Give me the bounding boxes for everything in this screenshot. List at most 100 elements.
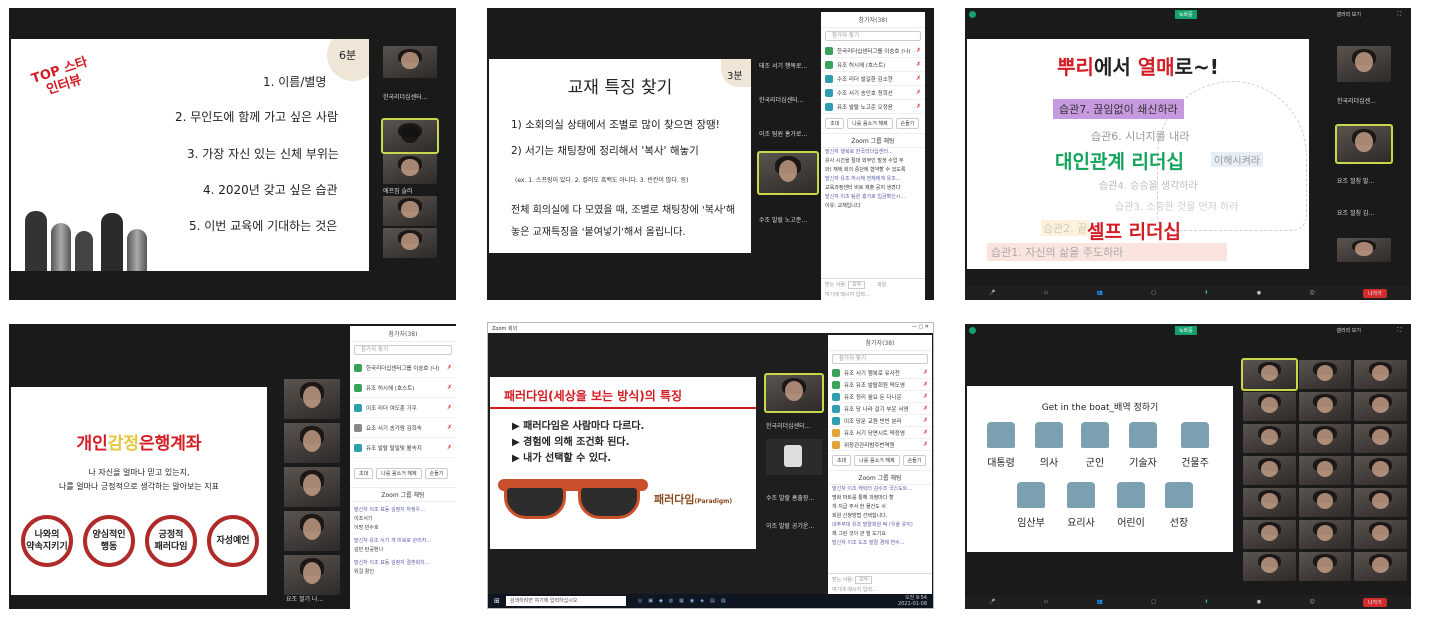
fullscreen-icon[interactable]: ⛶	[1397, 327, 1401, 333]
windows-start-icon[interactable]: ⊞	[494, 597, 500, 605]
video-tile[interactable]	[383, 196, 437, 226]
video-tile-active[interactable]	[757, 151, 819, 195]
video-tile[interactable]	[284, 379, 340, 419]
video-tile[interactable]	[1298, 488, 1352, 517]
mic-icon[interactable]: 🎤	[989, 290, 995, 296]
video-tile[interactable]	[284, 511, 340, 551]
video-tile[interactable]	[383, 154, 437, 184]
video-tile[interactable]	[1354, 392, 1407, 421]
video-tile[interactable]	[1243, 392, 1296, 421]
participant-row[interactable]: 유조 서기 행복로 유사천 ✗	[828, 367, 932, 379]
participants-icon[interactable]: 👥	[1097, 290, 1103, 296]
participant-row[interactable]: 이조 리더 여도훈 기우 ✗	[350, 398, 456, 418]
unmute-self-button[interactable]: 나를 음소거 해제	[854, 455, 900, 466]
participant-row[interactable]: 한국리더십센터그룹 이숭호 (나) ✗	[821, 44, 925, 58]
participant-row[interactable]: 이조 당문 교원 빈빈 분리 ✗	[828, 415, 932, 427]
participant-search-input[interactable]: 참가자 찾기	[825, 31, 921, 41]
title-fruit: 열매	[1137, 55, 1175, 79]
video-tile-active[interactable]	[764, 373, 824, 413]
video-tile[interactable]	[383, 46, 437, 78]
participant-row[interactable]: 유조 발랄 탈밀빛 활속지 ✗	[350, 438, 456, 458]
participant-row[interactable]: 유조 허시헤 (호스트) ✗	[821, 58, 925, 72]
video-tile[interactable]	[1243, 488, 1296, 517]
chat-input-area[interactable]: 받는 사람: 모두 여기에 메시지 입력...	[828, 573, 932, 595]
participant-row[interactable]: 유조 당 나라 걸기 부운 서영 ✗	[828, 403, 932, 415]
raise-hand-button[interactable]: 손들기	[424, 468, 449, 479]
gallery-view-button[interactable]: 갤러리 보기	[1336, 11, 1361, 18]
participant-row[interactable]: 한국리더십센터그룹 이숭호 (나) ✗	[350, 358, 456, 378]
reactions-icon[interactable]: ☺	[1309, 599, 1314, 605]
video-tile[interactable]	[1354, 360, 1407, 389]
raise-hand-button[interactable]: 손들기	[902, 455, 927, 466]
video-label: 수조 발랄 홈출장...	[766, 495, 815, 502]
taskbar-apps[interactable]: ◎▣◆◍▦◉◈▤▨	[638, 598, 732, 604]
video-tile-active[interactable]	[1335, 124, 1393, 164]
participant-row[interactable]: 유조 허시헤 (호스트) ✗	[350, 378, 456, 398]
video-tile-active[interactable]	[381, 118, 439, 154]
video-tile[interactable]	[1354, 552, 1407, 581]
recipient-select[interactable]: 모두	[855, 576, 873, 584]
video-icon[interactable]: ▭	[1044, 290, 1049, 296]
fullscreen-icon[interactable]: ⛶	[1397, 11, 1401, 17]
minutes-badge: 6분	[327, 39, 369, 81]
participant-search-input[interactable]: 참가자 찾기	[354, 345, 452, 355]
video-tile[interactable]	[1298, 424, 1352, 453]
gallery-view-button[interactable]: 갤러리 보기	[1336, 327, 1361, 334]
unmute-self-button[interactable]: 나를 음소거 해제	[376, 468, 422, 479]
participants-icon[interactable]: 👥	[1097, 599, 1103, 605]
video-tile[interactable]	[1337, 46, 1391, 82]
unmute-self-button[interactable]: 나를 음소거 해제	[847, 118, 893, 129]
video-tile[interactable]	[383, 228, 437, 258]
share-screen-icon[interactable]: ⬆	[1204, 290, 1208, 296]
raise-hand-button[interactable]: 손들기	[895, 118, 920, 129]
video-tile[interactable]	[284, 423, 340, 463]
invite-button[interactable]: 초대	[825, 118, 845, 129]
video-tile[interactable]	[1298, 520, 1352, 549]
participant-row[interactable]: 수조 서기 송인호 정희선 ✗	[821, 86, 925, 100]
video-tile[interactable]	[1243, 424, 1296, 453]
chat-icon[interactable]: ▢	[1151, 599, 1156, 605]
participant-row[interactable]: 수조 리더 발길환 김소현 ✗	[821, 72, 925, 86]
leave-button[interactable]: 나가기	[1362, 288, 1387, 298]
video-tile[interactable]	[284, 467, 340, 507]
video-tile[interactable]	[1243, 456, 1296, 485]
mic-icon[interactable]: 🎤	[989, 599, 995, 605]
video-tile[interactable]	[1354, 456, 1407, 485]
participant-row[interactable]: 위장관관리범주번역원 ✗	[828, 439, 932, 451]
taskbar-search-input[interactable]: 검색하려면 여기에 입력하십시오	[505, 596, 626, 606]
video-tile[interactable]	[284, 555, 340, 595]
chat-input[interactable]: 여기에 메시지 입력...	[825, 291, 921, 298]
video-off-avatar[interactable]	[766, 439, 822, 475]
video-tile[interactable]	[1337, 238, 1391, 262]
video-tile[interactable]	[1298, 456, 1352, 485]
participant-row[interactable]: 요조 서기 송가람 김희숙 ✗	[350, 418, 456, 438]
chat-input[interactable]: 여기에 메시지 입력...	[832, 586, 928, 593]
video-tile[interactable]	[1243, 552, 1296, 581]
participant-row[interactable]: 유조 정리 월요 돈 다니운 ✗	[828, 391, 932, 403]
share-screen-icon[interactable]: ⬆	[1204, 599, 1208, 605]
participant-row[interactable]: 유조 발랄 노고준 오정윤 ✗	[821, 100, 925, 114]
video-icon[interactable]: ▭	[1044, 599, 1049, 605]
video-tile[interactable]	[1298, 360, 1352, 389]
invite-button[interactable]: 초대	[354, 468, 374, 479]
video-tile-active[interactable]	[1241, 358, 1298, 391]
video-tile[interactable]	[1354, 488, 1407, 517]
record-icon[interactable]: ●	[1257, 599, 1261, 605]
participant-row[interactable]: 유조 서기 당면시트 떡정영 ✗	[828, 427, 932, 439]
file-button[interactable]: 파일	[877, 282, 886, 288]
invite-button[interactable]: 초대	[832, 455, 852, 466]
window-controls[interactable]: — ▢ ✕	[912, 324, 929, 330]
video-tile[interactable]	[1298, 552, 1352, 581]
reactions-icon[interactable]: ☺	[1309, 290, 1314, 296]
participant-row[interactable]: 유조 유조 발랄회원 떡도영 ✗	[828, 379, 932, 391]
record-icon[interactable]: ●	[1257, 290, 1261, 296]
chat-input-area[interactable]: 받는 사람: 모두 파일 여기에 메시지 입력...	[821, 278, 925, 300]
leave-button[interactable]: 나가기	[1362, 597, 1387, 607]
video-tile[interactable]	[1298, 392, 1352, 421]
video-tile[interactable]	[1354, 520, 1407, 549]
video-tile[interactable]	[1243, 520, 1296, 549]
recipient-select[interactable]: 모두	[848, 281, 866, 289]
participant-search-input[interactable]: 참가자 찾기	[832, 354, 928, 364]
chat-icon[interactable]: ▢	[1151, 290, 1156, 296]
video-tile[interactable]	[1354, 424, 1407, 453]
